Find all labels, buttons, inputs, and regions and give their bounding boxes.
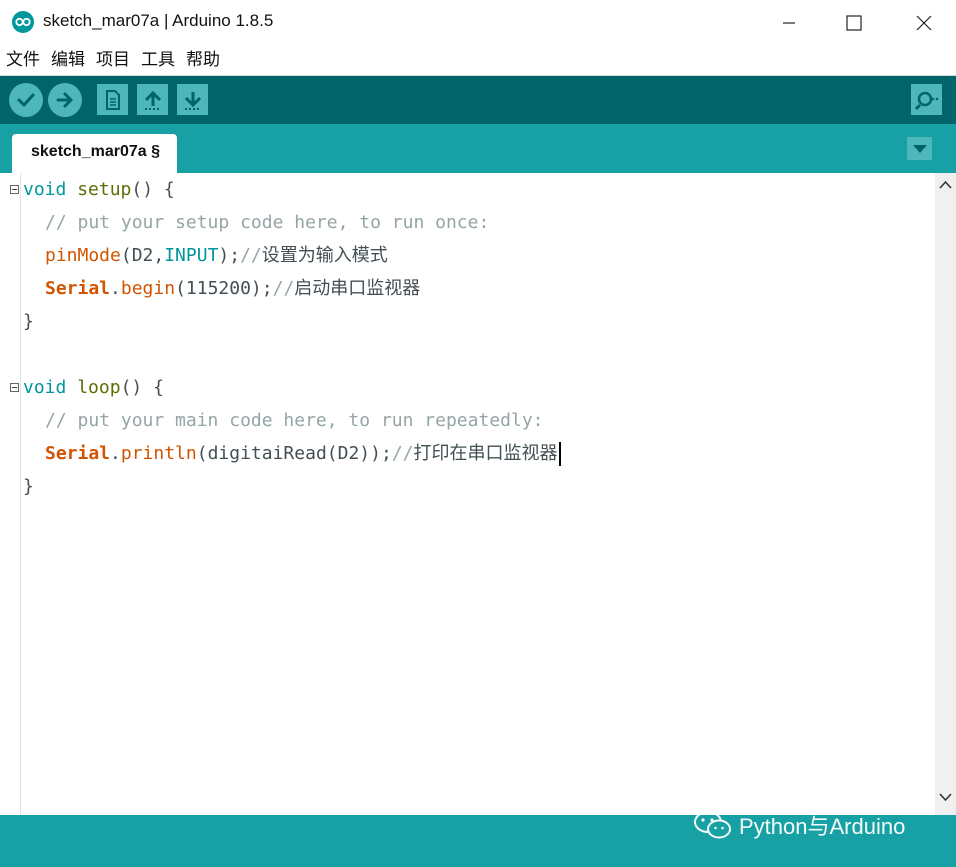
code-text: (115200);: [175, 278, 273, 299]
arduino-infinity-icon: [12, 11, 34, 33]
code-comment: //: [240, 245, 262, 266]
verify-icon: [17, 93, 35, 107]
code-comment: // put your setup code here, to run once…: [45, 212, 490, 233]
tab-label: sketch_mar07a §: [31, 143, 160, 160]
code-line: void loop() {: [23, 373, 164, 403]
upload-icon: [56, 92, 73, 108]
new-button[interactable]: [97, 84, 128, 115]
fold-marker-icon[interactable]: [10, 383, 19, 392]
fold-marker-icon[interactable]: [10, 185, 19, 194]
wechat-icon: [694, 811, 731, 839]
code-function: loop: [77, 377, 121, 398]
code-text: .: [110, 278, 121, 299]
open-icon: [144, 90, 161, 110]
code-text: }: [23, 476, 34, 497]
scroll-up-icon[interactable]: [939, 180, 952, 189]
verify-button[interactable]: [9, 83, 43, 117]
menu-help[interactable]: 帮助: [180, 45, 225, 75]
tab-menu-button[interactable]: [907, 137, 932, 160]
code-function: begin: [120, 278, 176, 299]
code-text: );: [218, 245, 241, 266]
code-line: void setup() {: [23, 175, 175, 205]
open-button[interactable]: [137, 84, 168, 115]
code-comment: //: [391, 443, 414, 464]
code-keyword: void: [23, 179, 67, 200]
minimize-icon[interactable]: [755, 0, 823, 45]
code-comment: 打印在串口监视器: [413, 443, 558, 464]
title-bar: sketch_mar07a | Arduino 1.8.5: [0, 0, 956, 45]
code-line: pinMode(D2,INPUT);//设置为输入模式: [45, 241, 388, 271]
close-icon[interactable]: [890, 0, 956, 45]
code-line: }: [23, 307, 34, 337]
code-keyword: void: [23, 377, 67, 398]
save-icon: [184, 91, 201, 110]
code-text: () {: [131, 179, 175, 200]
upload-button[interactable]: [48, 83, 82, 117]
watermark-text: Python与Arduino: [739, 814, 906, 839]
code-function: println: [120, 443, 197, 464]
save-button[interactable]: [177, 84, 208, 115]
scroll-down-icon[interactable]: [939, 793, 952, 802]
serial-monitor-icon: [914, 91, 938, 110]
code-text: (D2,: [120, 245, 165, 266]
code-text: }: [23, 311, 34, 332]
code-line: }: [23, 472, 34, 502]
watermark: Python与Arduino: [693, 809, 905, 841]
menu-sketch[interactable]: 项目: [90, 45, 135, 75]
maximize-icon[interactable]: [820, 0, 888, 45]
editor-gutter: [20, 173, 21, 815]
vertical-scrollbar[interactable]: [935, 173, 956, 815]
code-function: pinMode: [45, 245, 121, 266]
code-constant: INPUT: [164, 245, 219, 266]
menu-file[interactable]: 文件: [0, 45, 45, 75]
tab-menu-triangle-icon: [912, 144, 927, 153]
code-text: .: [110, 443, 121, 464]
tab-sketch[interactable]: sketch_mar07a §: [12, 134, 177, 173]
window-title: sketch_mar07a | Arduino 1.8.5: [43, 11, 274, 30]
menu-tools[interactable]: 工具: [135, 45, 180, 75]
new-icon: [105, 89, 120, 110]
code-function: setup: [77, 179, 132, 200]
code-comment: 启动串口监视器: [294, 278, 421, 299]
text-caret: [558, 442, 561, 466]
code-text: () {: [120, 377, 164, 398]
serial-monitor-button[interactable]: [911, 84, 942, 115]
code-text: (digitaiRead(D2));: [196, 443, 392, 464]
code-line: // put your main code here, to run repea…: [45, 406, 544, 436]
code-library: Serial: [45, 443, 111, 464]
code-comment: // put your main code here, to run repea…: [45, 410, 544, 431]
code-line: Serial.begin(115200);//启动串口监视器: [45, 274, 420, 304]
code-comment: //: [272, 278, 295, 299]
menu-edit[interactable]: 编辑: [45, 45, 90, 75]
code-comment: 设置为输入模式: [261, 245, 388, 266]
menu-bar: 文件 编辑 项目 工具 帮助: [0, 45, 956, 76]
code-line: Serial.println(digitaiRead(D2));//打印在串口监…: [45, 439, 561, 469]
code-library: Serial: [45, 278, 111, 299]
code-line: // put your setup code here, to run once…: [45, 208, 489, 238]
